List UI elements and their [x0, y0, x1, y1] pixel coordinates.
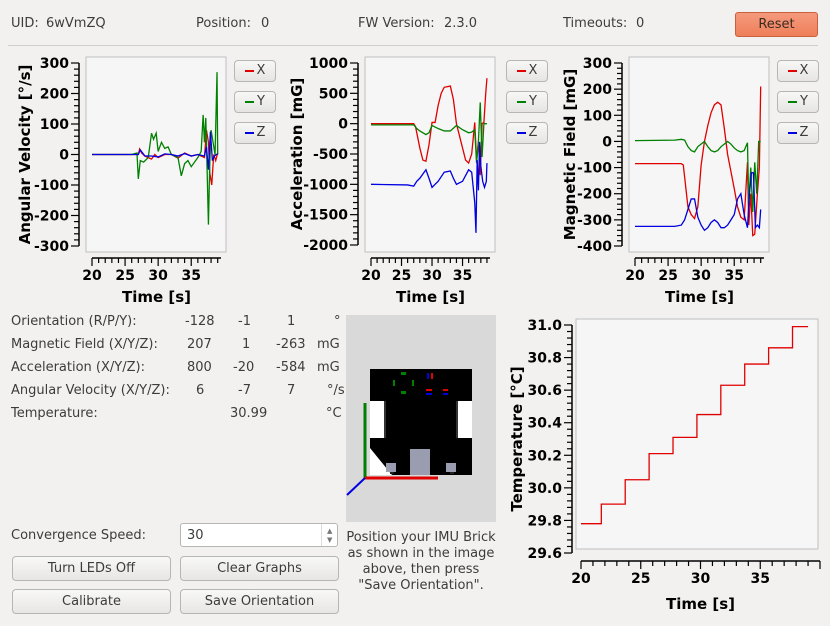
angular-velocity-unit: °/s [327, 383, 345, 398]
x-tick-label: 35 [751, 571, 770, 587]
x-axis-title: Time [s] [666, 595, 735, 613]
magnetic-field-x: 207 [187, 337, 212, 352]
imu-instructions: Position your IMU Brick as shown in the … [346, 530, 496, 593]
y-tick-label: 30.0 [527, 481, 562, 497]
save-orientation-button[interactable]: Save Orientation [180, 589, 339, 614]
orientation-roll: -128 [185, 314, 215, 329]
y-tick-label: 30.2 [527, 448, 562, 464]
y-axis-title: Temperature [°C] [508, 366, 526, 511]
temperature-row: Temperature: 30.99 °C [11, 406, 346, 426]
imu-brick-icon [346, 369, 472, 496]
acceleration-unit: mG [317, 360, 340, 375]
convergence-speed-spinbox[interactable]: 30 ▲ ▼ [180, 523, 338, 547]
magnetic-field-row: Magnetic Field (X/Y/Z): 207 1 -263 mG [11, 337, 346, 357]
angular-velocity-label: Angular Velocity (X/Y/Z): [11, 383, 170, 398]
angular-velocity-y: -7 [238, 383, 251, 398]
x-tick-label: 25 [631, 571, 650, 587]
orientation-unit: ° [334, 314, 341, 329]
y-tick-label: 30.8 [527, 351, 562, 367]
spinbox-arrows[interactable]: ▲ ▼ [321, 524, 337, 546]
temperature-label: Temperature: [11, 406, 98, 421]
angular-velocity-x: 6 [196, 383, 205, 398]
magnetic-field-unit: mG [317, 337, 340, 352]
imu-orientation-image [346, 315, 496, 522]
acceleration-row: Acceleration (X/Y/Z): 800 -20 -584 mG [11, 360, 346, 380]
magnetic-field-y: 1 [242, 337, 251, 352]
magnetic-field-label: Magnetic Field (X/Y/Z): [11, 337, 158, 352]
acceleration-label: Acceleration (X/Y/Z): [11, 360, 145, 375]
x-tick-label: 20 [571, 571, 591, 587]
acceleration-x: 800 [187, 360, 212, 375]
temperature-unit: °C [326, 406, 342, 421]
spin-up-icon[interactable]: ▲ [327, 527, 332, 535]
y-tick-label: 30.6 [527, 383, 562, 399]
magnetic-field-z: -263 [276, 337, 306, 352]
orientation-yaw: 1 [287, 314, 296, 329]
clear-graphs-button[interactable]: Clear Graphs [180, 556, 339, 581]
calibrate-button[interactable]: Calibrate [12, 589, 171, 614]
y-tick-label: 29.8 [527, 513, 562, 529]
y-tick-label: 30.4 [527, 416, 562, 432]
orientation-row: Orientation (R/P/Y): -128 -1 1 ° [11, 314, 346, 334]
angular-velocity-row: Angular Velocity (X/Y/Z): 6 -7 7 °/s [11, 383, 346, 403]
y-tick-label: 29.6 [527, 546, 562, 562]
angular-velocity-z: 7 [287, 383, 296, 398]
x-tick-label: 30 [691, 571, 711, 587]
temperature-value: 30.99 [230, 406, 268, 421]
acceleration-z: -584 [276, 360, 306, 375]
turn-leds-off-button[interactable]: Turn LEDs Off [12, 556, 171, 581]
convergence-speed-value[interactable]: 30 [187, 528, 204, 543]
acceleration-y: -20 [233, 360, 255, 375]
y-tick-label: 31.0 [527, 318, 562, 334]
orientation-label: Orientation (R/P/Y): [11, 314, 137, 329]
convergence-speed-label: Convergence Speed: [11, 528, 146, 543]
orientation-pitch: -1 [238, 314, 251, 329]
spin-down-icon[interactable]: ▼ [327, 536, 332, 544]
